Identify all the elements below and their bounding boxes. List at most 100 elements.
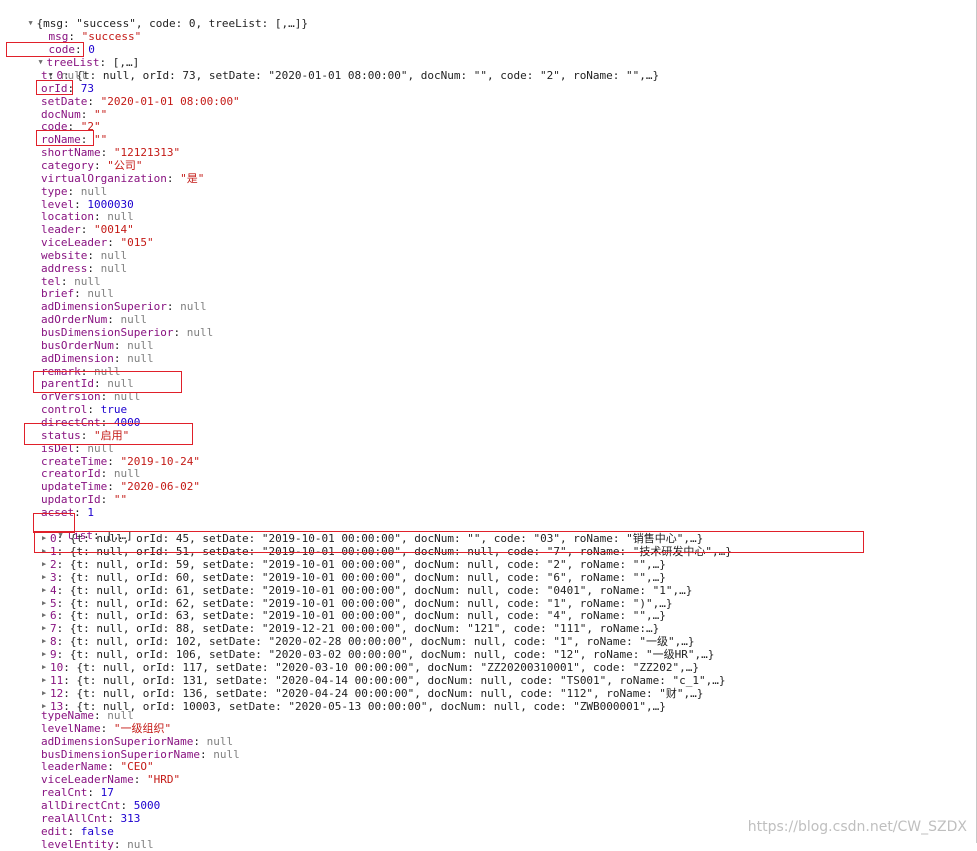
json-index: 10 — [50, 661, 64, 674]
json-value: null — [206, 734, 234, 748]
collapse-triangle-icon[interactable]: ▶ — [42, 597, 50, 610]
json-value: null — [186, 326, 214, 339]
json-key: updatorId — [41, 493, 101, 507]
json-row-realCnt: realCnt: 17 — [41, 786, 114, 800]
json-row-updateTime: updateTime: "2020-06-02" — [41, 480, 200, 494]
json-key: adDimension — [41, 351, 114, 365]
collapse-triangle-icon[interactable]: ▶ — [42, 648, 50, 661]
json-row-busOrderNum: busOrderNum: null — [41, 338, 154, 352]
collapse-triangle-icon[interactable]: ▶ — [42, 661, 50, 674]
json-value: null — [127, 837, 154, 851]
json-value: {t: null, orId: 136, setDate: "2020-04-2… — [76, 686, 704, 700]
json-value: null — [180, 300, 207, 314]
json-row-level: level: 1000030 — [41, 197, 134, 211]
highlight-box-list-rows — [34, 531, 864, 553]
json-index: 2 — [50, 557, 57, 571]
json-row-viceLeaderName: viceLeaderName: "HRD" — [41, 773, 181, 787]
json-value: {t: null, orId: 10003, setDate: "2020-05… — [76, 699, 666, 713]
json-value: "" — [94, 107, 108, 121]
json-row-realAllCnt: realAllCnt: 313 — [41, 811, 141, 825]
json-value: {t: null, orId: 61, setDate: "2019-10-01… — [69, 583, 693, 597]
json-value: "是" — [180, 171, 205, 185]
json-key: busDimensionSuperiorName — [41, 747, 200, 761]
json-key: category — [41, 158, 94, 172]
json-key: edit — [41, 824, 68, 838]
json-row-adOrderNum: adOrderNum: null — [41, 313, 147, 327]
collapse-triangle-icon[interactable]: ▶ — [42, 558, 50, 571]
json-row-address: address: null — [41, 261, 128, 275]
json-key: updateTime — [41, 480, 108, 494]
json-row-category: category: "公司" — [41, 158, 143, 172]
list-item[interactable]: ▶ 13: {t: null, orId: 10003, setDate: "20… — [42, 700, 666, 713]
json-key: tel — [41, 274, 61, 288]
collapse-triangle-icon[interactable]: ▶ — [42, 687, 50, 700]
json-key: docNum — [41, 107, 81, 121]
json-row-leaderName: leaderName: "CEO" — [41, 760, 154, 774]
list-item[interactable]: ▶ 4: {t: null, orId: 61, setDate: "2019-1… — [42, 584, 692, 597]
json-row-setDate: setDate: "2020-01-01 08:00:00" — [41, 94, 240, 108]
json-row-msg: msg: "success" — [48, 30, 142, 43]
json-row-control: control: true — [41, 403, 128, 417]
json-key: creatorId — [41, 467, 101, 481]
watermark: https://blog.csdn.net/CW_SZDX — [747, 819, 967, 835]
json-value: null — [100, 248, 128, 262]
list-item[interactable]: ▶ 11: {t: null, orId: 131, setDate: "2020… — [42, 674, 726, 687]
json-value: null — [213, 747, 240, 761]
json-key: website — [41, 248, 88, 262]
list-item[interactable]: ▶ 3: {t: null, orId: 60, setDate: "2019-1… — [42, 571, 666, 584]
json-row-createTime: createTime: "2019-10-24" — [41, 454, 200, 468]
collapse-triangle-icon[interactable]: ▶ — [42, 609, 50, 622]
list-item[interactable]: ▶ 8: {t: null, orId: 102, setDate: "2020-… — [42, 635, 695, 648]
json-value: "" — [113, 493, 128, 507]
highlight-box-orid — [36, 80, 73, 95]
json-key: address — [41, 261, 88, 275]
json-index: 4 — [50, 583, 57, 597]
json-row-website: website: null — [41, 248, 128, 262]
json-row-treelist-item-0[interactable]: ▼ 0: {t: null, orId: 73, setDate: "2020-0… — [22, 56, 660, 82]
json-value: "HRD" — [146, 773, 181, 787]
json-row-adDimensionSuperiorName: adDimensionSuperiorName: null — [41, 734, 234, 748]
highlight-box-roname — [36, 130, 94, 146]
json-preview-panel: ▼ {msg: "success", code: 0, treeList: [,…… — [0, 0, 977, 851]
json-row-edit: edit: false — [41, 824, 114, 838]
json-key: levelName — [41, 721, 101, 735]
json-key: shortName — [41, 146, 101, 160]
collapse-triangle-icon[interactable]: ▶ — [42, 571, 50, 584]
json-value: {t: null, orId: 106, setDate: "2020-03-0… — [69, 648, 715, 662]
json-value: null — [127, 351, 154, 365]
list-item[interactable]: ▶ 6: {t: null, orId: 63, setDate: "2019-1… — [42, 609, 666, 622]
list-item[interactable]: ▶ 10: {t: null, orId: 117, setDate: "2020… — [42, 661, 699, 674]
json-index: 7 — [50, 622, 57, 636]
json-key: type — [41, 184, 68, 198]
list-item[interactable]: ▶ 2: {t: null, orId: 59, setDate: "2019-1… — [42, 558, 666, 571]
json-value: {t: null, orId: 117, setDate: "2020-03-1… — [76, 661, 700, 674]
json-row-levelName: levelName: "一级组织" — [41, 721, 172, 735]
json-value: null — [113, 467, 141, 481]
json-value: null — [87, 287, 114, 301]
list-item[interactable]: ▶ 12: {t: null, orId: 136, setDate: "2020… — [42, 687, 703, 700]
json-value: 1000030 — [87, 197, 134, 211]
json-key: levelEntity — [41, 837, 114, 851]
json-row-levelEntity: levelEntity: null — [41, 837, 154, 851]
collapse-triangle-icon[interactable]: ▶ — [42, 622, 50, 635]
json-index: 6 — [50, 609, 57, 623]
json-row-adDimensionSuperior: adDimensionSuperior: null — [41, 300, 207, 314]
highlight-box-parentid — [33, 371, 182, 393]
list-item[interactable]: ▶ 5: {t: null, orId: 62, setDate: "2019-1… — [42, 597, 673, 610]
collapse-triangle-icon[interactable]: ▶ — [42, 674, 50, 687]
json-value: "015" — [120, 236, 154, 250]
list-item[interactable]: ▶ 7: {t: null, orId: 88, setDate: "2019-1… — [42, 622, 659, 635]
json-key: busDimensionSuperior — [41, 326, 174, 339]
json-root-row[interactable]: ▼ {msg: "success", code: 0, treeList: [,…… — [2, 4, 309, 30]
json-row-viceLeader: viceLeader: "015" — [41, 236, 154, 250]
collapse-triangle-icon[interactable]: ▶ — [42, 635, 50, 648]
json-key: level — [41, 197, 75, 211]
collapse-triangle-icon[interactable]: ▶ — [42, 584, 50, 597]
json-key: leader — [41, 223, 81, 237]
json-row-busDimensionSuperiorName: busDimensionSuperiorName: null — [41, 747, 240, 761]
json-value: "CEO" — [120, 760, 154, 774]
list-item[interactable]: ▶ 9: {t: null, orId: 106, setDate: "2020-… — [42, 648, 714, 661]
json-row-docNum: docNum: "" — [41, 107, 108, 121]
json-key: brief — [41, 287, 75, 301]
json-value: {t: null, orId: 62, setDate: "2019-10-01… — [69, 596, 673, 610]
